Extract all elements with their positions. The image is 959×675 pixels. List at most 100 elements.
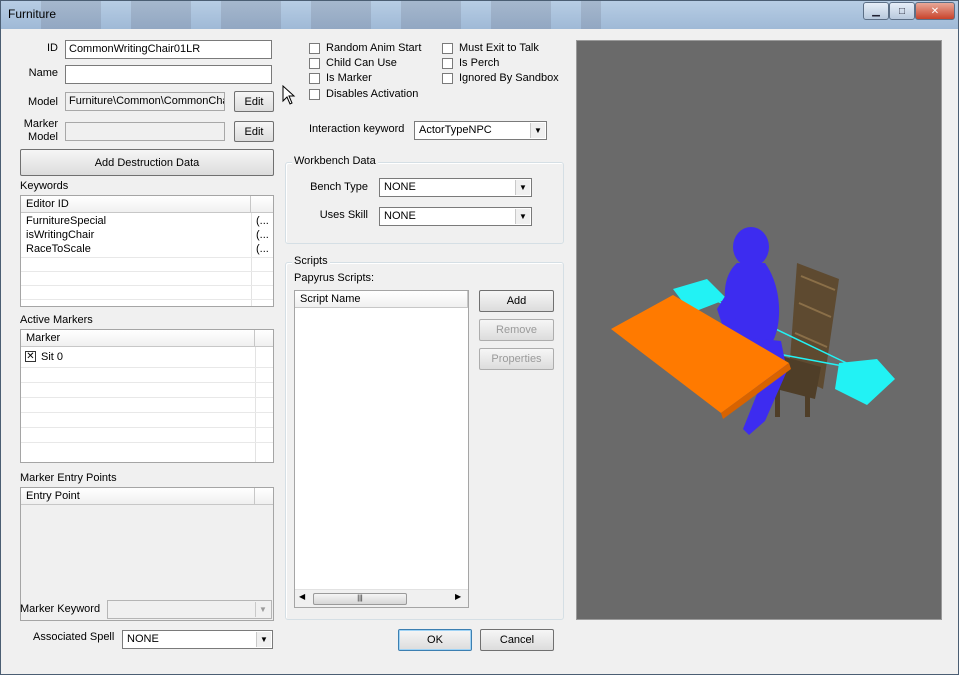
model-edit-button[interactable]: Edit [234, 91, 274, 112]
scroll-right-icon[interactable]: ▶ [455, 592, 461, 601]
must-exit-to-talk-checkbox[interactable]: Must Exit to Talk [442, 42, 539, 54]
checkbox-label: Is Marker [326, 72, 372, 84]
uses-skill-label: Uses Skill [319, 209, 368, 221]
disables-activation-checkbox[interactable]: Disables Activation [309, 88, 418, 100]
close-icon[interactable]: ✕ [915, 2, 955, 20]
checkbox-box[interactable] [442, 57, 453, 69]
name-input[interactable] [65, 65, 272, 84]
marker-row[interactable]: ✕ Sit 0 [21, 351, 273, 365]
marker-model-label-line1: Marker [23, 118, 58, 130]
chevron-down-icon[interactable]: ▼ [515, 209, 530, 224]
id-input[interactable]: CommonWritingChair01LR [65, 40, 272, 59]
keywords-col-extra[interactable] [251, 196, 273, 213]
grid-line [21, 257, 273, 258]
marker-keyword-combo: ▼ [107, 600, 272, 619]
grid-line [21, 367, 273, 368]
keyword-id: isWritingChair [26, 229, 95, 241]
script-name-list[interactable]: Script Name ◀ ||| ▶ [294, 290, 469, 608]
3d-preview-viewport[interactable] [576, 40, 942, 620]
grid-line [21, 285, 273, 286]
chair-leg [805, 387, 810, 417]
script-properties-button[interactable]: Properties [479, 348, 554, 370]
scroll-left-icon[interactable]: ◀ [299, 592, 305, 601]
marker-checkbox[interactable]: ✕ [25, 351, 36, 362]
markers-col-marker[interactable]: Marker [21, 330, 255, 347]
scripts-col-script-name[interactable]: Script Name [295, 291, 468, 308]
minimize-icon[interactable]: ▁ [863, 2, 889, 20]
random-anim-start-checkbox[interactable]: Random Anim Start [309, 42, 421, 54]
keyword-row[interactable]: RaceToScale (... [21, 243, 273, 257]
keyword-id: RaceToScale [26, 243, 91, 255]
entry-col-blank [255, 488, 273, 505]
marker-model-label-line2: Model [28, 131, 58, 143]
associated-spell-combo[interactable]: NONE ▼ [122, 630, 273, 649]
id-label: ID [47, 42, 58, 54]
ok-button[interactable]: OK [398, 629, 472, 651]
name-label: Name [28, 67, 58, 79]
mouse-cursor-icon [282, 85, 296, 105]
dialog-client-area: ID CommonWritingChair01LR Name Model Fur… [8, 29, 951, 669]
checkbox-box[interactable] [309, 42, 320, 54]
keyword-row[interactable]: isWritingChair (... [21, 229, 273, 243]
uses-skill-combo[interactable]: NONE ▼ [379, 207, 532, 226]
grid-line [21, 382, 273, 383]
associated-spell-value: NONE [127, 633, 159, 645]
workbench-data-group: Workbench Data Bench Type NONE ▼ Uses Sk… [285, 155, 564, 244]
interaction-keyword-combo[interactable]: ActorTypeNPC ▼ [414, 121, 547, 140]
actor-head [733, 227, 769, 267]
add-script-button[interactable]: Add [479, 290, 554, 312]
keywords-col-editor-id[interactable]: Editor ID [21, 196, 251, 213]
is-marker-checkbox[interactable]: Is Marker [309, 72, 372, 84]
chevron-down-icon[interactable]: ▼ [530, 123, 545, 138]
bench-type-label: Bench Type [310, 181, 368, 193]
checkbox-box[interactable] [442, 72, 453, 84]
checkbox-label: Child Can Use [326, 57, 397, 69]
marker-label: Sit 0 [41, 351, 64, 363]
marker-entry-points-label: Marker Entry Points [20, 472, 117, 484]
keywords-list[interactable]: Editor ID FurnitureSpecial (... isWritin… [20, 195, 274, 307]
checkbox-box[interactable] [309, 88, 320, 100]
entry-col-entry-point[interactable]: Entry Point [21, 488, 255, 505]
grid-line [21, 397, 273, 398]
horizontal-scrollbar[interactable]: ◀ ||| ▶ [295, 589, 468, 607]
scrollbar-thumb[interactable]: ||| [313, 593, 407, 605]
checkbox-box[interactable] [309, 57, 320, 69]
bench-type-combo[interactable]: NONE ▼ [379, 178, 532, 197]
grid-line [21, 427, 273, 428]
markers-col-blank [255, 330, 273, 347]
furniture-window: Furniture ▁ □ ✕ ID CommonWritingChair01L… [0, 0, 959, 675]
associated-spell-label: Associated Spell [33, 631, 115, 643]
child-can-use-checkbox[interactable]: Child Can Use [309, 57, 397, 69]
marker-pad [835, 359, 895, 405]
grid-line [21, 299, 273, 300]
keyword-id: FurnitureSpecial [26, 215, 107, 227]
marker-model-edit-button[interactable]: Edit [234, 121, 274, 142]
checkbox-box[interactable] [442, 42, 453, 54]
papyrus-scripts-label: Papyrus Scripts: [294, 272, 375, 284]
chevron-down-icon[interactable]: ▼ [256, 632, 271, 647]
add-destruction-data-button[interactable]: Add Destruction Data [20, 149, 274, 176]
chevron-down-icon: ▼ [255, 602, 270, 617]
keyword-extra: (... [256, 215, 269, 227]
interaction-keyword-label: Interaction keyword [309, 123, 405, 135]
title-bar[interactable]: Furniture ▁ □ ✕ [1, 1, 958, 29]
keyword-extra: (... [256, 243, 269, 255]
ignored-by-sandbox-checkbox[interactable]: Ignored By Sandbox [442, 72, 559, 84]
checkbox-label: Random Anim Start [326, 42, 422, 54]
grid-line [21, 271, 273, 272]
marker-model-field [65, 122, 225, 141]
model-path-field: Furniture\Common\CommonChai [65, 92, 225, 111]
is-perch-checkbox[interactable]: Is Perch [442, 57, 499, 69]
scripts-label: Scripts [292, 255, 330, 267]
maximize-icon[interactable]: □ [889, 2, 915, 20]
keyword-row[interactable]: FurnitureSpecial (... [21, 215, 273, 229]
chevron-down-icon[interactable]: ▼ [515, 180, 530, 195]
checkbox-box[interactable] [309, 72, 320, 84]
active-markers-list[interactable]: Marker ✕ Sit 0 [20, 329, 274, 463]
checkbox-label: Ignored By Sandbox [459, 72, 559, 84]
remove-script-button[interactable]: Remove [479, 319, 554, 341]
cancel-button[interactable]: Cancel [480, 629, 554, 651]
bench-type-value: NONE [384, 181, 416, 193]
grid-line [21, 412, 273, 413]
background-window-ghost [41, 1, 601, 29]
